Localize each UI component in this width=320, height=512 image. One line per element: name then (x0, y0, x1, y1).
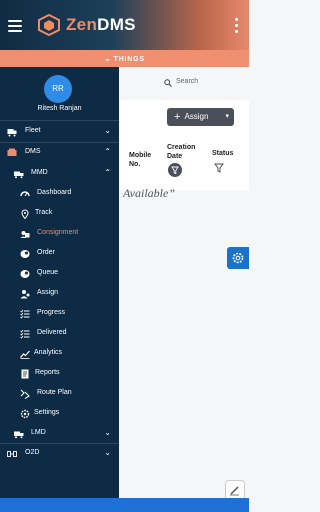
sidebar-item-settings[interactable]: Settings (0, 403, 119, 423)
sidebar-item-track[interactable]: Track (0, 203, 119, 223)
user-profile: RR Ritesh Ranjan (0, 67, 119, 119)
column-header-status: Status (212, 150, 234, 157)
filter-icon[interactable] (214, 160, 224, 173)
sidebar-item-label: LMD (31, 429, 46, 436)
assign-user-icon (20, 288, 30, 299)
chevron-up-icon: ⌃ (104, 147, 111, 156)
search-icon (164, 78, 172, 87)
order-icon (20, 248, 30, 258)
search-input[interactable]: Search (176, 74, 198, 90)
sidebar-item-reports[interactable]: Reports (0, 363, 119, 383)
plus-icon: + (174, 111, 181, 123)
sidebar-item-label: Track (35, 209, 53, 216)
gear-icon (232, 252, 244, 264)
mmd-icon (14, 168, 24, 179)
sidebar-item-label: Reports (35, 369, 60, 376)
filter-icon[interactable] (168, 163, 182, 177)
chevron-down-icon: ⌄ (104, 428, 111, 437)
chevron-down-icon: ⌄ (104, 448, 111, 457)
zendms-logo (37, 13, 61, 37)
bottom-bar (0, 498, 249, 512)
chart-line-icon (20, 348, 30, 359)
search-field[interactable]: Search (150, 74, 245, 90)
sidebar-item-label: Queue (37, 269, 59, 276)
dms-icon (7, 147, 17, 157)
o2d-icon (7, 448, 17, 458)
brand-prefix: Zen (66, 15, 98, 34)
chevron-down-icon: ⌄ (104, 54, 112, 63)
settings-fab[interactable] (227, 247, 249, 269)
chevron-down-icon: ⌄ (104, 126, 111, 135)
sidebar-item-label: Assign (37, 289, 59, 296)
pencil-icon (230, 486, 239, 496)
app-brand: ZenDMS (66, 15, 136, 35)
sidebar-item-consignment[interactable]: Consignment (0, 223, 119, 243)
edit-fab[interactable] (225, 480, 245, 500)
brand-suffix: DMS (97, 15, 136, 34)
checklist-icon (20, 308, 30, 319)
sidebar-item-fleet[interactable]: Fleet ⌄ (0, 121, 119, 141)
sidebar-item-label: Consignment (37, 229, 79, 236)
avatar[interactable]: RR (44, 75, 72, 103)
sidebar-item-queue[interactable]: Queue (0, 263, 119, 283)
app-header: ZenDMS (0, 0, 249, 50)
sidebar-item-progress[interactable]: Progress (0, 303, 119, 323)
assign-button[interactable]: + Assign ▾ (167, 108, 234, 126)
sidebar-item-label: Dashboard (37, 189, 72, 196)
gear-icon (20, 408, 30, 419)
sidebar-item-label: Analytics (34, 349, 63, 356)
sidebar-item-dashboard[interactable]: Dashboard (0, 183, 119, 203)
sidebar-item-label: Route Plan (37, 389, 72, 396)
sidebar-item-assign[interactable]: Assign (0, 283, 119, 303)
chevron-down-icon: ▾ (225, 113, 229, 120)
sidebar-item-label: O2D (25, 449, 40, 456)
lmd-icon (14, 428, 24, 439)
sidebar-item-label: Settings (34, 409, 60, 416)
sidebar-item-label: Progress (37, 309, 66, 316)
dashboard-icon (20, 188, 30, 198)
things-toggle[interactable]: ⌄ THINGS (0, 50, 249, 67)
sidebar-item-order[interactable]: Order (0, 243, 119, 263)
sidebar-item-label: Fleet (25, 127, 41, 134)
more-options-icon[interactable] (235, 18, 239, 36)
consignment-icon (20, 228, 30, 238)
sidebar-item-dms[interactable]: DMS ⌃ (0, 142, 119, 162)
sidebar-item-label: Delivered (37, 329, 67, 336)
sidebar-item-route-plan[interactable]: Route Plan (0, 383, 119, 403)
sidebar-item-o2d[interactable]: O2D ⌄ (0, 443, 119, 463)
things-label: THINGS (113, 56, 145, 63)
route-icon (20, 388, 30, 399)
queue-icon (20, 268, 30, 278)
truck-icon (7, 126, 17, 137)
sidebar-item-label: DMS (25, 148, 41, 155)
column-header-creation-date: Creation Date (167, 144, 196, 160)
checklist-icon (20, 328, 30, 339)
sidebar-item-lmd[interactable]: LMD ⌄ (0, 423, 119, 443)
menu-icon[interactable] (8, 20, 22, 32)
sidebar-item-delivered[interactable]: Delivered (0, 323, 119, 343)
column-header-mobile: Mobile No. (129, 152, 152, 168)
report-icon (20, 368, 30, 379)
sidebar-item-analytics[interactable]: Analytics (0, 343, 119, 363)
assign-label: Assign (184, 112, 209, 121)
sidebar-item-mmd[interactable]: MMD ⌃ (0, 163, 119, 183)
user-name: Ritesh Ranjan (37, 105, 82, 112)
sidebar-item-label: MMD (31, 169, 48, 176)
chevron-up-icon: ⌃ (104, 168, 111, 177)
location-pin-icon (20, 208, 30, 220)
sidebar-item-label: Order (37, 249, 55, 256)
empty-state-text: Available” (123, 186, 175, 200)
navigation-drawer: RR Ritesh Ranjan Fleet ⌄ DMS ⌃ MMD ⌃ Das… (0, 67, 119, 498)
